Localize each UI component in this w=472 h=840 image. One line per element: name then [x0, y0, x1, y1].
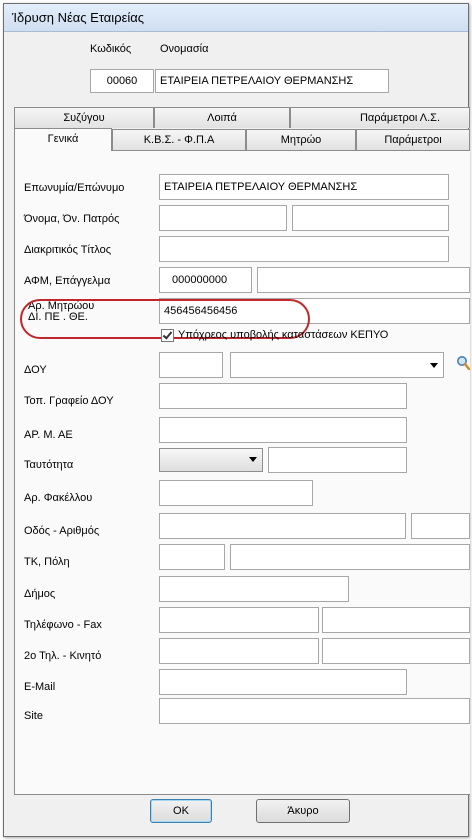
doy-dropdown[interactable]: [230, 352, 444, 378]
doy-office-field[interactable]: [159, 383, 407, 409]
father-name-label: Όνομα, Όν. Πατρός: [24, 213, 120, 225]
distinctive-title-label: Διακριτικός Τίτλος: [24, 244, 112, 256]
search-icon[interactable]: [456, 355, 470, 371]
code-label: Κωδικός: [90, 43, 132, 55]
id-number-field[interactable]: [268, 447, 407, 473]
first-name-field[interactable]: [159, 205, 287, 231]
check-mark-icon: [162, 329, 173, 340]
tab-general[interactable]: Γενικά: [14, 128, 112, 151]
city-field[interactable]: [230, 544, 470, 570]
cancel-button[interactable]: Άκυρο: [256, 799, 350, 823]
name-field[interactable]: ΕΤΑΙΡΕΙΑ ΠΕΤΡΕΛΑΙΟΥ ΘΕΡΜΑΝΣΗΣ: [155, 69, 389, 93]
site-field[interactable]: [159, 698, 470, 724]
doy-code-field[interactable]: [159, 352, 223, 378]
name-label: Ονομασία: [160, 43, 209, 55]
doy-office-label: Τοπ. Γραφείο ΔΟΥ: [24, 395, 114, 407]
doy-label: ΔΟΥ: [24, 364, 47, 376]
ok-button[interactable]: OK: [150, 799, 212, 823]
folder-label: Αρ. Φακέλλου: [24, 492, 93, 504]
ar-m-ae-label: ΑΡ. Μ. ΑΕ: [24, 429, 73, 441]
chevron-down-icon: [430, 363, 438, 368]
phone2-field[interactable]: [159, 638, 319, 664]
window-title: Ίδρυση Νέας Εταιρείας: [12, 10, 145, 25]
company-name-field[interactable]: ΕΤΑΙΡΕΙΑ ΠΕΤΡΕΛΑΙΟΥ ΘΕΡΜΑΝΣΗΣ: [159, 174, 449, 200]
id-type-dropdown[interactable]: [159, 448, 263, 472]
vat-label: ΑΦΜ, Επάγγελμα: [24, 275, 111, 287]
street-field[interactable]: [159, 513, 406, 539]
street-number-field[interactable]: [411, 513, 470, 539]
tab-ls-parameters[interactable]: Παράμετροι Λ.Σ.: [290, 107, 470, 128]
ar-m-ae-field[interactable]: [159, 417, 407, 443]
profession-field[interactable]: [257, 267, 470, 293]
postal-city-label: ΤΚ, Πόλη: [24, 556, 70, 568]
phone-field[interactable]: [159, 607, 319, 633]
company-name-label: Επωνυμία/Επώνυμο: [24, 182, 125, 194]
kepyo-checkbox[interactable]: [161, 329, 174, 342]
tab-spouse[interactable]: Συζύγου: [14, 107, 154, 128]
tab-registry[interactable]: Μητρώο: [246, 129, 356, 150]
tab-other[interactable]: Λοιπά: [154, 107, 290, 128]
chevron-down-icon: [249, 457, 257, 462]
fax-field[interactable]: [322, 607, 470, 633]
street-label: Οδός - Αριθμός: [24, 525, 100, 537]
phone2-mobile-label: 2ο Τηλ. - Κινητό: [24, 650, 102, 662]
tab-parameters[interactable]: Παράμετροι: [356, 129, 470, 150]
id-label: Ταυτότητα: [24, 459, 74, 471]
father-name-field[interactable]: [292, 205, 449, 231]
company-creation-dialog: Ίδρυση Νέας Εταιρείας Κωδικός Ονομασία 0…: [3, 3, 470, 837]
distinctive-title-field[interactable]: [159, 236, 449, 262]
site-label: Site: [24, 710, 43, 722]
phone-fax-label: Τηλέφωνο - Fax: [24, 619, 102, 631]
tab-kbs-fpa[interactable]: Κ.Β.Σ. - Φ.Π.Α: [112, 129, 246, 150]
folder-field[interactable]: [159, 480, 313, 506]
municipality-label: Δήμος: [24, 588, 56, 600]
kepyo-label: Υπόχρεος υποβολής καταστάσεων ΚΕΠΥΟ: [178, 329, 389, 341]
title-bar[interactable]: Ίδρυση Νέας Εταιρείας: [4, 4, 468, 32]
email-field[interactable]: [159, 669, 407, 695]
postal-code-field[interactable]: [159, 544, 225, 570]
mobile-field[interactable]: [322, 638, 470, 664]
code-field[interactable]: 00060: [90, 69, 154, 93]
municipality-field[interactable]: [159, 576, 349, 602]
vat-field[interactable]: 000000000: [159, 267, 252, 293]
email-label: E-Mail: [24, 681, 56, 693]
